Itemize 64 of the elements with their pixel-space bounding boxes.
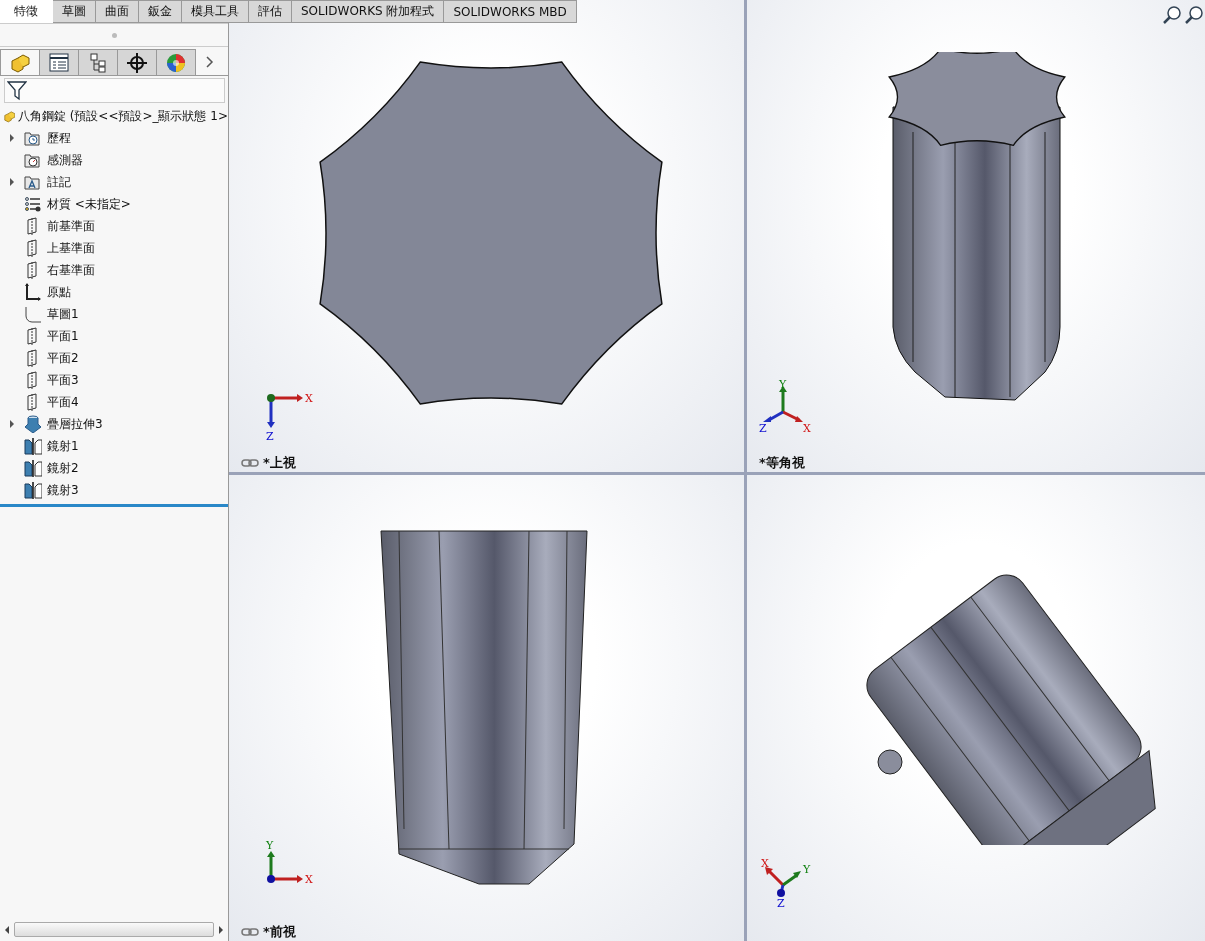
mirror-icon [24, 437, 42, 455]
axis-triad-drawing: X Y Z [759, 380, 815, 436]
tree-item[interactable]: 前基準面 [47, 217, 95, 235]
annotation-folder-icon [24, 173, 42, 191]
tree-item[interactable]: 材質 <未指定> [47, 195, 131, 213]
mirror-icon [24, 459, 42, 477]
graphics-viewport[interactable]: X Y *前視 [229, 475, 744, 941]
command-tab[interactable]: 評估 [249, 0, 292, 23]
tree-item[interactable]: 註記 [47, 173, 71, 191]
expand-arrow-icon[interactable] [9, 177, 15, 187]
scroll-left-icon [4, 924, 10, 935]
tree-item[interactable]: 鏡射1 [47, 437, 79, 455]
tree-item[interactable]: 原點 [47, 283, 71, 301]
horizontal-scrollbar[interactable] [14, 922, 214, 937]
view-name: *前視 [263, 923, 296, 941]
mirror-icon [24, 481, 42, 499]
tree-item[interactable]: 疊層拉伸3 [47, 415, 103, 433]
tree-item[interactable]: 感測器 [47, 151, 83, 169]
panel-tab[interactable] [78, 49, 118, 75]
axis-triad-drawing: X Y Z [759, 855, 815, 911]
view-name: *等角視 [759, 454, 805, 472]
command-tab[interactable]: 鈑金 [139, 0, 182, 23]
sensor-folder-icon [24, 151, 42, 169]
tree-icon [87, 51, 109, 74]
graphics-viewport[interactable]: X Y Z *等角視 [747, 0, 1205, 472]
axis-triad-drawing: X Z [265, 388, 321, 444]
command-tab[interactable]: SOLIDWORKS 附加程式 [292, 0, 445, 23]
view-name: *上視 [263, 454, 296, 472]
chevron-right-icon[interactable] [204, 56, 214, 68]
tree-item[interactable]: 平面1 [47, 327, 79, 345]
axis-triad-drawing: X Y [265, 839, 321, 895]
tree-item[interactable]: 平面3 [47, 371, 79, 389]
zoom-to-fit-icon[interactable] [1185, 6, 1203, 24]
color-wheel-icon [165, 51, 187, 74]
panel-tab[interactable] [39, 49, 79, 75]
command-tab[interactable]: 模具工具 [182, 0, 249, 23]
tree-item[interactable]: 平面2 [47, 349, 79, 367]
zoom-in-icon[interactable] [1163, 6, 1181, 24]
material-icon [24, 195, 42, 213]
property-list-icon [48, 51, 70, 74]
origin-axes-icon [24, 283, 42, 301]
tree-item[interactable]: 鏡射2 [47, 459, 79, 477]
tree-item[interactable]: 平面4 [47, 393, 79, 411]
scroll-right-icon [218, 924, 224, 935]
tree-root-label[interactable]: 八角鋼錠 (預設<<預設>_顯示狀態 1> [17, 107, 228, 125]
tree-item[interactable]: 右基準面 [47, 261, 95, 279]
sketch-icon [24, 305, 42, 323]
loft-icon [24, 415, 42, 433]
crosshair-icon [126, 51, 148, 74]
panel-tab[interactable] [117, 49, 157, 75]
expand-arrow-icon[interactable] [9, 133, 15, 143]
filter-icon [7, 80, 27, 101]
command-tab[interactable]: SOLIDWORKS MBD [444, 0, 577, 23]
command-tab[interactable]: 草圖 [53, 0, 96, 23]
grip-handle[interactable] [111, 32, 117, 38]
tree-item[interactable]: 上基準面 [47, 239, 95, 257]
tree-item[interactable]: 草圖1 [47, 305, 79, 323]
tree-item[interactable]: 鏡射3 [47, 481, 79, 499]
expand-arrow-icon[interactable] [9, 419, 15, 429]
history-folder-icon [24, 129, 42, 147]
graphics-viewport[interactable]: X Y Z [747, 475, 1205, 941]
command-tab[interactable]: 曲面 [96, 0, 139, 23]
filter-field[interactable] [4, 78, 225, 103]
tree-item[interactable]: 歷程 [47, 129, 71, 147]
